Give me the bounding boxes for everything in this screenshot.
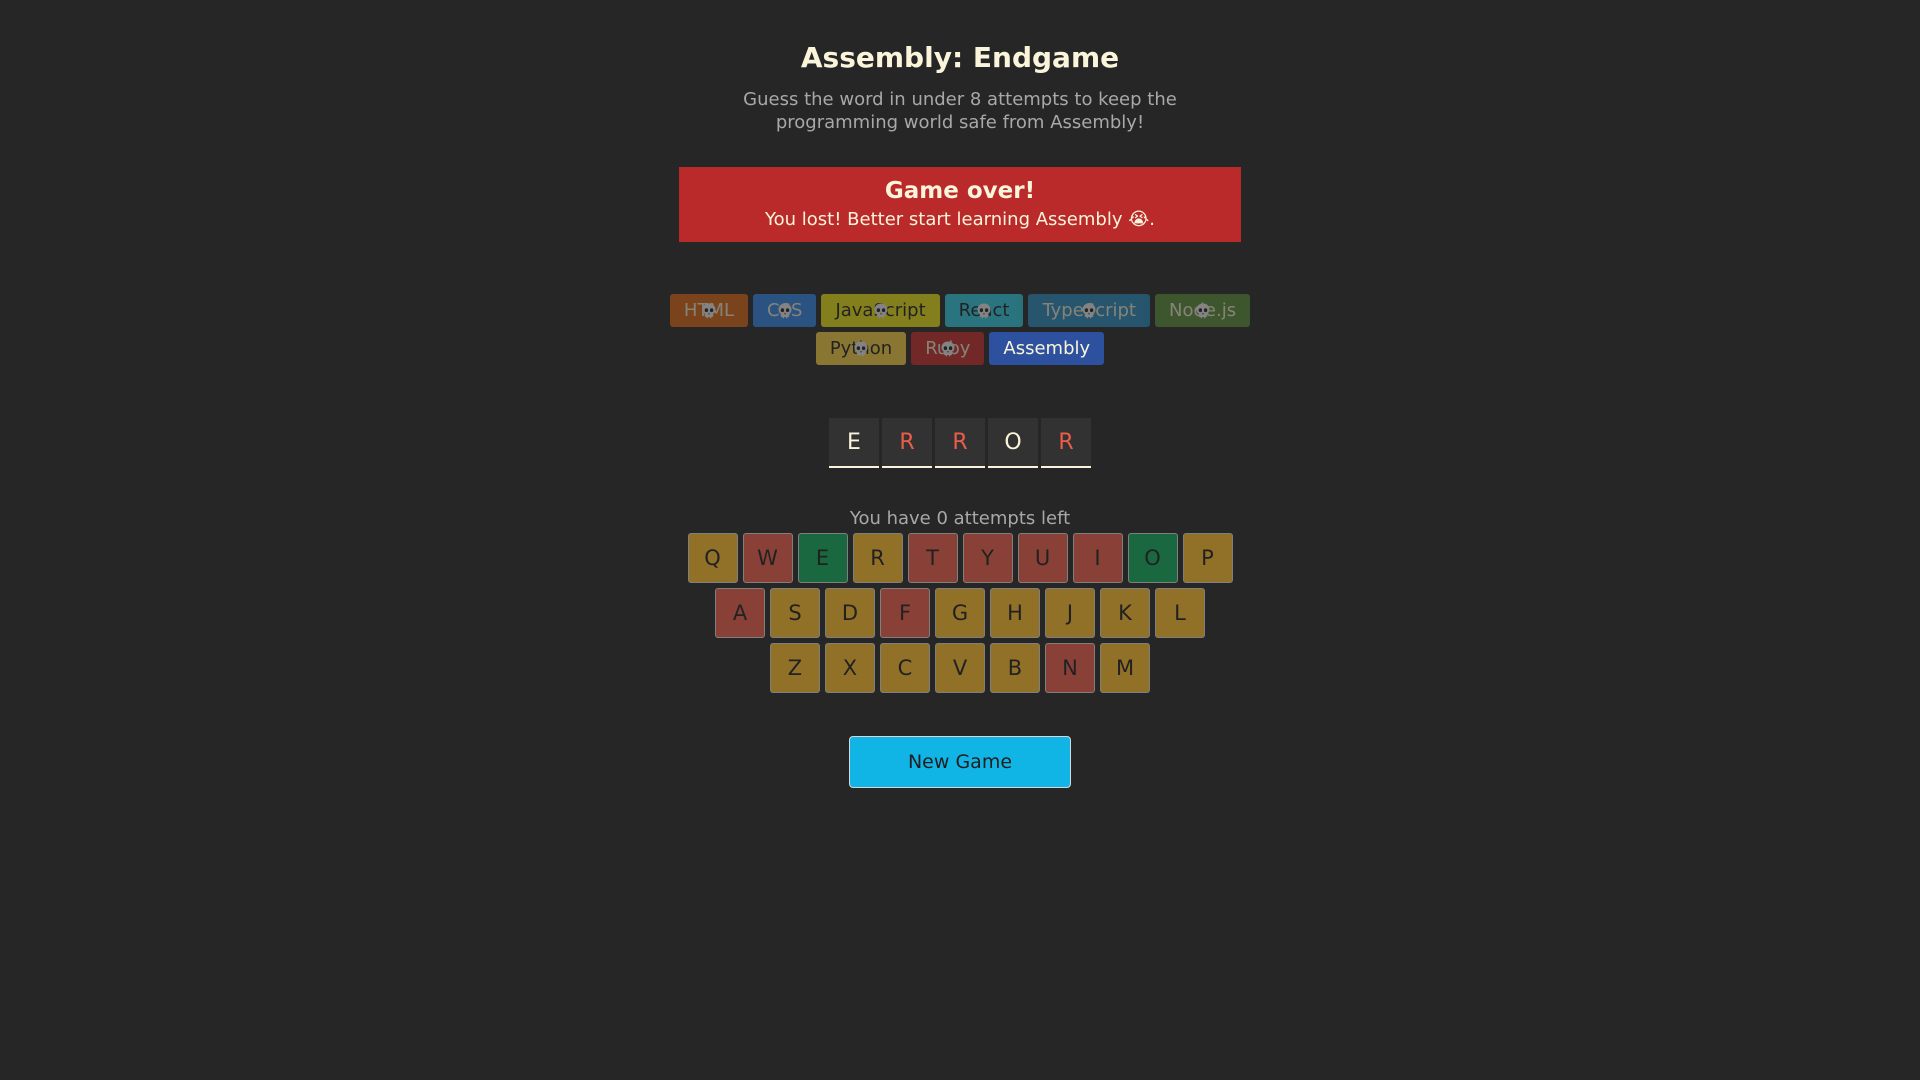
language-chip: Python [815, 332, 907, 365]
skull-icon [776, 302, 794, 320]
skull-icon [1080, 302, 1098, 320]
letter-box: R [1041, 418, 1091, 468]
skull-icon [939, 340, 957, 358]
language-chip: JavaScript [821, 294, 940, 327]
key-r[interactable]: R [852, 533, 903, 583]
letter-box: R [882, 418, 932, 468]
key-z[interactable]: Z [770, 643, 820, 693]
keyboard-row: QWERTYUIOP [0, 533, 1920, 583]
language-chip-label: Assembly [1003, 338, 1091, 359]
game-page: Assembly: Endgame Guess the word in unde… [0, 0, 1920, 1080]
keyboard: QWERTYUIOPASDFGHJKLZXCVBNM [0, 533, 1920, 698]
key-e[interactable]: E [797, 533, 848, 583]
key-q[interactable]: Q [687, 533, 738, 583]
header: Assembly: Endgame Guess the word in unde… [0, 40, 1920, 134]
language-chip: Ruby [911, 332, 985, 365]
language-chip: CSS [753, 294, 817, 327]
letter-box: E [829, 418, 879, 468]
word-display: ERROR [829, 418, 1091, 468]
key-k[interactable]: K [1100, 588, 1150, 638]
key-w[interactable]: W [742, 533, 793, 583]
skull-icon [1194, 302, 1212, 320]
language-chip: HTML [669, 294, 749, 327]
language-chip: TypeScript [1028, 294, 1150, 327]
key-m[interactable]: M [1100, 643, 1150, 693]
key-b[interactable]: B [990, 643, 1040, 693]
language-chips: HTMLCSSJavaScriptReactTypeScriptNode.js P… [660, 294, 1260, 365]
keyboard-row: ASDFGHJKL [0, 588, 1920, 638]
page-title: Assembly: Endgame [800, 41, 1120, 74]
status-message: You lost! Better start learning Assembly… [765, 209, 1155, 230]
key-i[interactable]: I [1072, 533, 1123, 583]
letter-box: R [935, 418, 985, 468]
key-n[interactable]: N [1045, 643, 1095, 693]
new-game-button[interactable]: New Game [849, 736, 1071, 788]
key-p[interactable]: P [1182, 533, 1233, 583]
keyboard-row: ZXCVBNM [0, 643, 1920, 693]
status-title: Game over! [884, 178, 1036, 204]
language-chip: React [944, 294, 1024, 327]
key-t[interactable]: T [907, 533, 958, 583]
key-d[interactable]: D [825, 588, 875, 638]
skull-icon [852, 340, 870, 358]
key-f[interactable]: F [880, 588, 930, 638]
key-o[interactable]: O [1127, 533, 1178, 583]
skull-icon [975, 302, 993, 320]
page-subtitle: Guess the word in under 8 attempts to ke… [743, 89, 1177, 133]
skull-icon [872, 302, 890, 320]
key-l[interactable]: L [1155, 588, 1205, 638]
key-c[interactable]: C [880, 643, 930, 693]
letter-box: O [988, 418, 1038, 468]
key-s[interactable]: S [770, 588, 820, 638]
language-chip: Assembly [989, 332, 1105, 365]
key-h[interactable]: H [990, 588, 1040, 638]
key-a[interactable]: A [715, 588, 765, 638]
key-v[interactable]: V [935, 643, 985, 693]
skull-icon [700, 302, 718, 320]
language-chip: Node.js [1155, 294, 1251, 327]
attempts-left-text: You have 0 attempts left [849, 508, 1071, 529]
key-x[interactable]: X [825, 643, 875, 693]
key-y[interactable]: Y [962, 533, 1013, 583]
game-status-banner: Game over! You lost! Better start learni… [679, 167, 1241, 242]
key-g[interactable]: G [935, 588, 985, 638]
key-j[interactable]: J [1045, 588, 1095, 638]
key-u[interactable]: U [1017, 533, 1068, 583]
